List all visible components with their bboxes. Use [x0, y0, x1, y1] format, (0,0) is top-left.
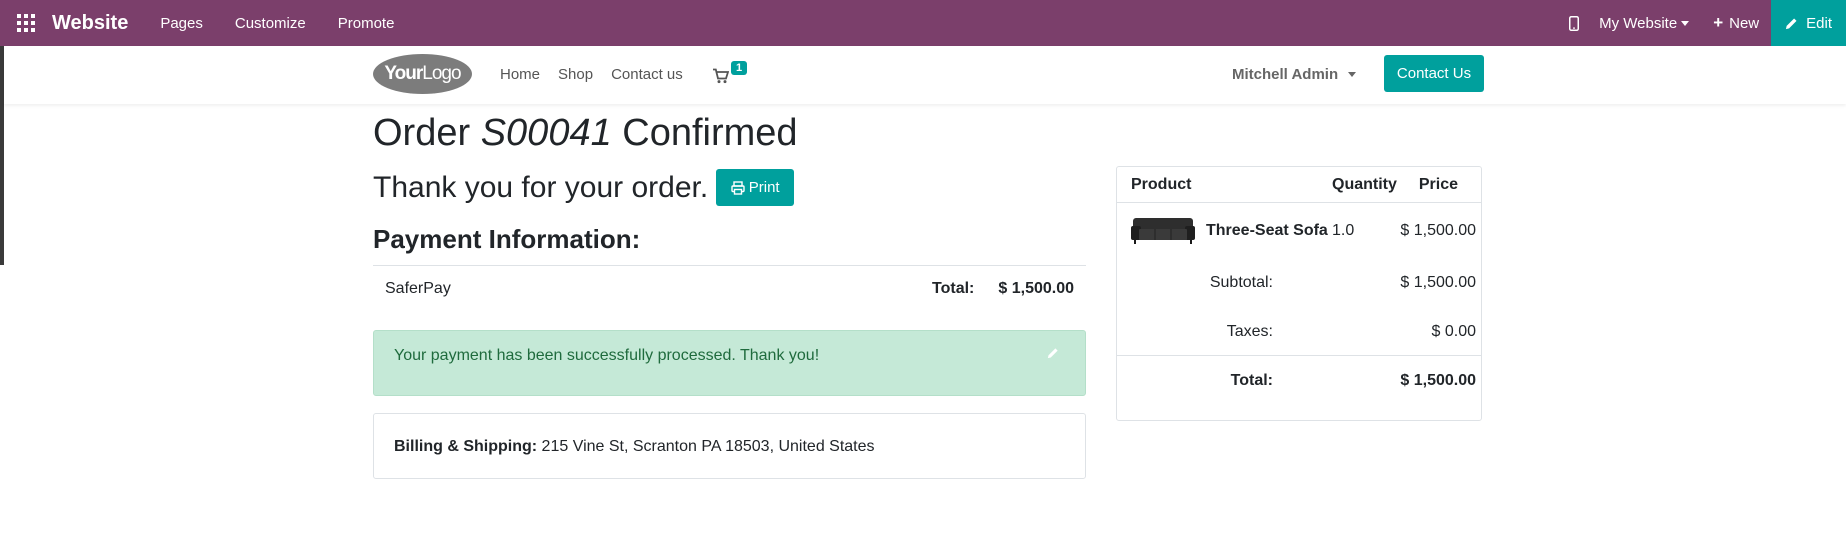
nav-home[interactable]: Home — [500, 66, 540, 83]
summary-total-label: Total: — [1230, 372, 1273, 389]
billing-address: 215 Vine St, Scranton PA 18503, United S… — [541, 438, 875, 455]
caret-down-icon — [1681, 20, 1690, 26]
divider — [1117, 355, 1481, 356]
cart-link[interactable]: 1 — [713, 61, 753, 86]
header-price: Price — [1418, 176, 1458, 193]
plus-icon: + — [1713, 13, 1724, 32]
summary-total-value: $ 1,500.00 — [1400, 372, 1476, 389]
print-button[interactable]: Print — [716, 169, 795, 206]
admin-topbar: Website Pages Customize Promote My Websi… — [0, 0, 1846, 46]
alert-message: Your payment has been successfully proce… — [394, 347, 820, 364]
website-selector[interactable]: My Website — [1599, 14, 1690, 32]
main-nav: Home Shop Contact us — [500, 66, 701, 83]
title-suffix: Confirmed — [622, 112, 798, 154]
product-image[interactable] — [1131, 214, 1195, 246]
thank-you-row: Thank you for your order. Print — [373, 169, 795, 206]
print-button-label: Print — [748, 179, 780, 196]
mobile-icon[interactable] — [1559, 15, 1589, 31]
order-summary: Product Quantity Price Three-Seat Sofa 1… — [1116, 166, 1482, 421]
header-quantity: Quantity — [1332, 176, 1397, 193]
printer-icon — [731, 180, 745, 195]
payment-heading: Payment Information: — [373, 224, 641, 254]
cart-icon — [713, 68, 729, 84]
product-quantity: 1.0 — [1332, 222, 1355, 239]
caret-down-icon — [1348, 72, 1357, 77]
billing-line: Billing & Shipping: 215 Vine St, Scranto… — [394, 438, 875, 456]
billing-shipping-box: Billing & Shipping: 215 Vine St, Scranto… — [373, 413, 1086, 479]
payment-total-label: Total: — [932, 280, 975, 297]
payment-method: SaferPay — [385, 280, 451, 297]
topbar-right: My Website + New Edit — [1559, 0, 1846, 46]
menu-customize[interactable]: Customize — [235, 15, 306, 32]
nav-shop[interactable]: Shop — [558, 66, 593, 83]
taxes-value: $ 0.00 — [1431, 323, 1476, 340]
site-header: Your Logo Home Shop Contact us 1 Mitchell… — [4, 46, 1846, 104]
order-number: S00041 — [480, 112, 612, 154]
payment-total-value: $ 1,500.00 — [998, 280, 1074, 297]
user-menu[interactable]: Mitchell Admin — [1232, 66, 1357, 83]
edit-button-label: Edit — [1806, 14, 1832, 32]
website-selector-label: My Website — [1599, 14, 1678, 32]
logo-text-bold: Your — [384, 63, 423, 84]
billing-label: Billing & Shipping: — [394, 438, 538, 455]
product-price: $ 1,500.00 — [1400, 222, 1476, 239]
taxes-label: Taxes: — [1226, 323, 1273, 340]
pencil-icon — [1785, 17, 1798, 30]
page-title: Order S00041 Confirmed — [373, 112, 798, 155]
thank-you-text: Thank you for your order. — [373, 170, 709, 204]
nav-contact-us[interactable]: Contact us — [611, 66, 683, 83]
payment-success-alert: Your payment has been successfully proce… — [373, 330, 1086, 396]
subtotal-label: Subtotal: — [1209, 274, 1273, 291]
new-button-label: New — [1729, 14, 1760, 32]
pencil-icon[interactable] — [1047, 347, 1059, 359]
brand-title[interactable]: Website — [52, 12, 128, 35]
logo-text: Logo — [422, 63, 461, 84]
new-button[interactable]: + New — [1713, 13, 1759, 33]
edit-button[interactable]: Edit — [1771, 0, 1846, 46]
subtotal-value: $ 1,500.00 — [1400, 274, 1476, 291]
summary-header: Product Quantity Price — [1117, 167, 1481, 203]
product-name[interactable]: Three-Seat Sofa — [1206, 222, 1328, 240]
page: Website Pages Customize Promote My Websi… — [0, 0, 1846, 560]
title-prefix: Order — [373, 112, 471, 154]
payment-row: SaferPay Total: $ 1,500.00 — [373, 266, 1086, 312]
menu-promote[interactable]: Promote — [338, 15, 395, 32]
company-logo[interactable]: Your Logo — [373, 54, 472, 94]
header-product: Product — [1131, 176, 1192, 193]
apps-grid-icon[interactable] — [0, 0, 52, 46]
cart-count-badge: 1 — [731, 61, 748, 75]
contact-us-button[interactable]: Contact Us — [1384, 55, 1484, 92]
user-name: Mitchell Admin — [1232, 66, 1339, 83]
menu-pages[interactable]: Pages — [160, 15, 203, 32]
